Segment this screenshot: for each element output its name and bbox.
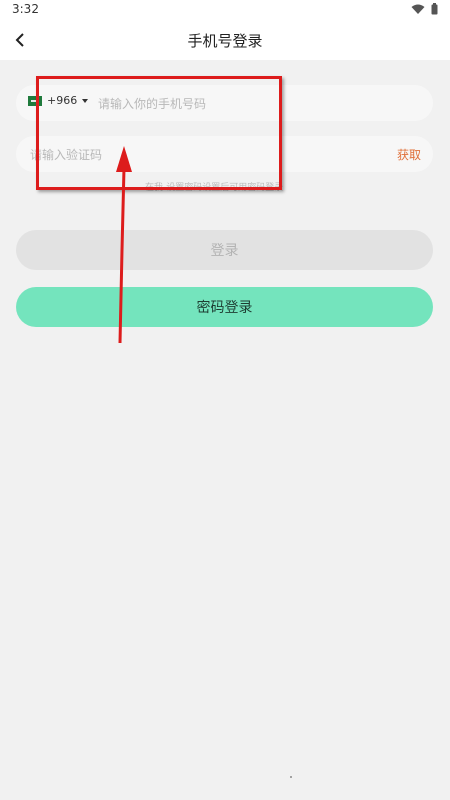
get-code-button[interactable]: 获取 — [397, 146, 421, 163]
phone-number-input[interactable] — [96, 92, 410, 116]
battery-icon — [431, 3, 438, 15]
country-code: +966 — [47, 94, 78, 107]
status-icons — [411, 3, 438, 15]
password-login-button[interactable]: 密码登录 — [16, 287, 433, 327]
login-button[interactable]: 登录 — [16, 230, 433, 270]
home-indicator — [290, 776, 292, 778]
login-screen: 3:32 手机号登录 +966 获取 在我-设置密码设 — [0, 0, 450, 800]
saudi-flag-icon — [28, 95, 42, 106]
status-bar: 3:32 — [0, 0, 450, 20]
password-hint: 在我-设置密码设置后可用密码登录 — [145, 183, 284, 193]
verification-code-field: 获取 — [16, 136, 433, 172]
app-bar: 手机号登录 — [0, 20, 450, 60]
caret-down-icon — [82, 98, 89, 103]
country-code-picker[interactable]: +966 — [28, 94, 89, 107]
verification-code-input[interactable] — [28, 143, 362, 167]
status-time: 3:32 — [12, 2, 39, 16]
phone-field: +966 — [16, 85, 433, 121]
page-title: 手机号登录 — [187, 32, 263, 50]
wifi-icon — [411, 4, 425, 14]
